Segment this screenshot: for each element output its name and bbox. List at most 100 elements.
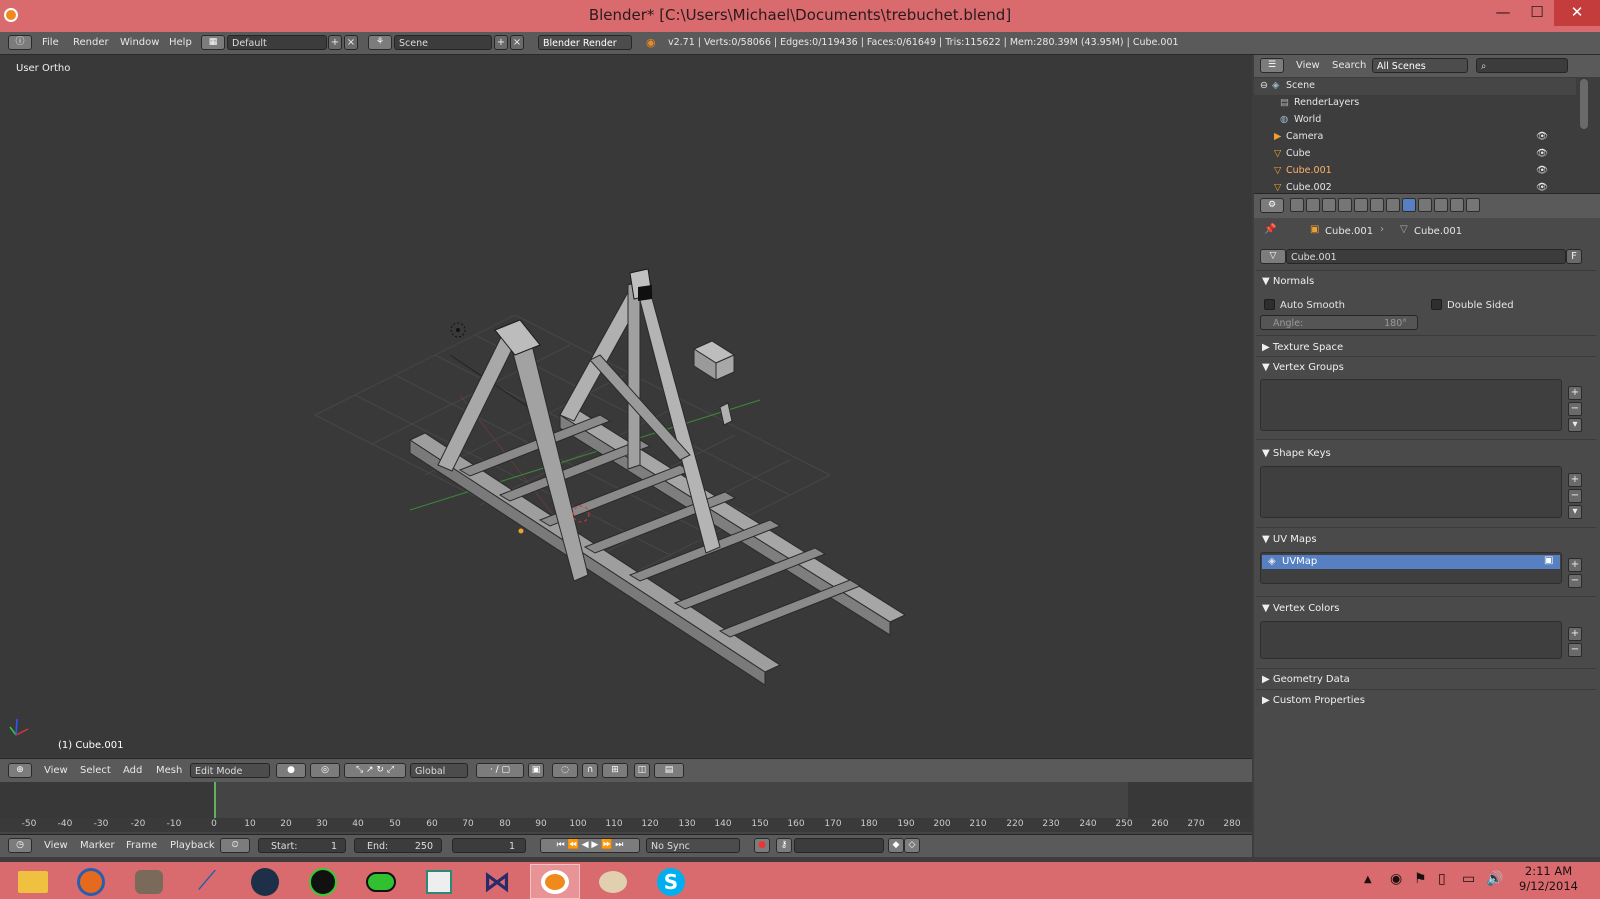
add-scene-button[interactable]: + [494, 35, 508, 50]
constraints-tab-icon[interactable] [1370, 198, 1384, 212]
visibility-eye-icon[interactable]: 👁 [1536, 182, 1548, 193]
vertex-groups-panel-header[interactable]: ▼ Vertex Groups [1262, 362, 1344, 373]
volume-icon[interactable]: 🔊 [1486, 871, 1503, 887]
remove-vertex-color-button[interactable]: − [1568, 643, 1582, 657]
double-sided-checkbox[interactable] [1431, 299, 1442, 310]
paint-icon[interactable] [588, 864, 638, 899]
remove-uv-map-button[interactable]: − [1568, 574, 1582, 588]
editor-type-outliner-icon[interactable]: ☰ [1260, 58, 1284, 73]
pin-icon[interactable]: 📌 [1264, 224, 1276, 235]
snap-magnet-icon[interactable]: ∩ [582, 763, 598, 778]
action-center-flag-icon[interactable]: ⚑ [1414, 871, 1427, 887]
outliner-search-input[interactable]: ⌕ [1476, 58, 1568, 73]
steam-icon[interactable] [240, 864, 290, 899]
screen-layout-field[interactable]: Default [227, 35, 327, 50]
active-render-camera-icon[interactable]: ▣ [1544, 555, 1553, 566]
editor-type-properties-icon[interactable]: ⚙ [1260, 198, 1284, 213]
pivot-point-icon[interactable]: ◎ [310, 763, 340, 778]
uv-maps-list[interactable]: ◈ UVMap ▣ [1260, 552, 1562, 584]
vertex-groups-list[interactable] [1260, 379, 1562, 431]
layers-icons[interactable]: ▤ [654, 763, 684, 778]
manipulator-icons[interactable]: ⤡ ↗ ↻ ⤢ [344, 763, 406, 778]
show-hidden-icons-icon[interactable]: ▲ [1364, 874, 1372, 885]
remove-shape-key-button[interactable]: − [1568, 489, 1582, 503]
menu-search[interactable]: Search [1332, 60, 1366, 71]
add-layout-button[interactable]: + [328, 35, 342, 50]
render-engine-select[interactable]: Blender Render [538, 35, 632, 50]
vertex-colors-list[interactable] [1260, 621, 1562, 659]
menu-mesh[interactable]: Mesh [156, 765, 182, 776]
screen-layout-icon[interactable]: ▦ [201, 35, 225, 50]
fake-user-button[interactable]: F [1566, 249, 1582, 264]
start-frame-field[interactable]: Start: 1 [258, 838, 346, 853]
delete-keyframe-icon[interactable]: ◇ [904, 838, 920, 853]
snap-element-icon[interactable]: ⊞ [602, 763, 628, 778]
visual-studio-tool-icon[interactable]: ⟋ [182, 864, 232, 899]
sync-mode-select[interactable]: No Sync [646, 838, 740, 853]
object-tab-icon[interactable] [1354, 198, 1368, 212]
menu-frame[interactable]: Frame [126, 840, 157, 851]
editor-type-timeline-icon[interactable]: ◷ [8, 838, 32, 853]
keying-set-icon[interactable]: ⚷ [776, 838, 792, 853]
tray-app-icon[interactable]: ◉ [1390, 871, 1402, 887]
menu-marker[interactable]: Marker [80, 840, 115, 851]
minimize-button[interactable]: — [1486, 0, 1520, 26]
shape-keys-panel-header[interactable]: ▼ Shape Keys [1262, 448, 1331, 459]
occlude-geometry-icon[interactable]: ▣ [528, 763, 544, 778]
editor-type-info-icon[interactable]: ⓘ [8, 35, 32, 50]
vertex-group-specials-button[interactable]: ▾ [1568, 418, 1582, 432]
scene-icon[interactable]: ⚘ [368, 35, 392, 50]
custom-properties-panel-header[interactable]: ▶ Custom Properties [1262, 695, 1365, 706]
menu-file[interactable]: File [42, 37, 59, 48]
world-tab-icon[interactable] [1338, 198, 1352, 212]
outliner-scrollbar[interactable] [1580, 79, 1588, 129]
outliner-row-cube-001[interactable]: ▽ Cube.001 👁 [1254, 163, 1576, 180]
normals-panel-header[interactable]: ▼ Normals [1262, 276, 1314, 287]
remove-vertex-group-button[interactable]: − [1568, 402, 1582, 416]
current-frame-field[interactable]: 1 [452, 838, 526, 853]
outliner[interactable]: ☰ View Search All Scenes ⌕ ⊖ ◈ Scene ▤ R… [1254, 55, 1600, 193]
remove-scene-button[interactable]: × [510, 35, 524, 50]
render-layers-tab-icon[interactable] [1306, 198, 1320, 212]
opengl-render-icon[interactable]: ◫ [634, 763, 650, 778]
mesh-name-field[interactable]: Cube.001 [1286, 249, 1566, 264]
visual-studio-icon[interactable]: ⋈ [472, 864, 522, 899]
record-icon[interactable]: ● [754, 838, 770, 853]
timeline-ruler[interactable]: -50 -40 -30 -20 -10 0 10 20 30 40 50 60 … [0, 818, 1252, 832]
select-mode-icons[interactable]: · / ▢ [476, 763, 524, 778]
physics-tab-icon[interactable] [1466, 198, 1480, 212]
add-vertex-group-button[interactable]: + [1568, 386, 1582, 400]
geometry-data-panel-header[interactable]: ▶ Geometry Data [1262, 674, 1350, 685]
texture-tab-icon[interactable] [1434, 198, 1448, 212]
menu-add[interactable]: Add [123, 765, 142, 776]
blender-taskbar-icon[interactable] [530, 864, 580, 899]
app-window-icon[interactable] [414, 864, 464, 899]
add-uv-map-button[interactable]: + [1568, 558, 1582, 572]
gimp-icon[interactable] [124, 864, 174, 899]
render-tab-icon[interactable] [1290, 198, 1304, 212]
end-frame-field[interactable]: End: 250 [354, 838, 442, 853]
visibility-eye-icon[interactable]: 👁 [1536, 148, 1548, 159]
outliner-row-cube[interactable]: ▽ Cube 👁 [1254, 146, 1576, 163]
skype-icon[interactable]: S [646, 864, 696, 899]
menu-view[interactable]: View [44, 840, 68, 851]
preview-range-icon[interactable]: ⏲ [220, 838, 250, 853]
playback-controls[interactable]: ⏮ ⏪ ◀ ▶ ⏩ ⏭ [540, 838, 640, 853]
angle-field[interactable]: Angle: 180° [1260, 315, 1418, 330]
modifiers-tab-icon[interactable] [1386, 198, 1400, 212]
menu-select[interactable]: Select [80, 765, 111, 776]
uv-map-item[interactable]: ◈ UVMap ▣ [1262, 555, 1560, 569]
menu-view[interactable]: View [1296, 60, 1320, 71]
proportional-edit-icon[interactable]: ◌ [552, 763, 578, 778]
remove-layout-button[interactable]: × [344, 35, 358, 50]
mode-select[interactable]: Edit Mode [190, 763, 270, 778]
maximize-button[interactable]: ☐ [1520, 0, 1554, 26]
auto-smooth-checkbox[interactable] [1264, 299, 1275, 310]
battery-icon[interactable]: ▯ [1438, 871, 1446, 887]
expand-icon[interactable]: ⊖ [1260, 80, 1268, 91]
network-icon[interactable]: ▭ [1462, 871, 1475, 887]
particles-tab-icon[interactable] [1450, 198, 1464, 212]
razer-icon[interactable] [298, 864, 348, 899]
add-vertex-color-button[interactable]: + [1568, 627, 1582, 641]
current-frame-marker[interactable] [214, 782, 216, 818]
